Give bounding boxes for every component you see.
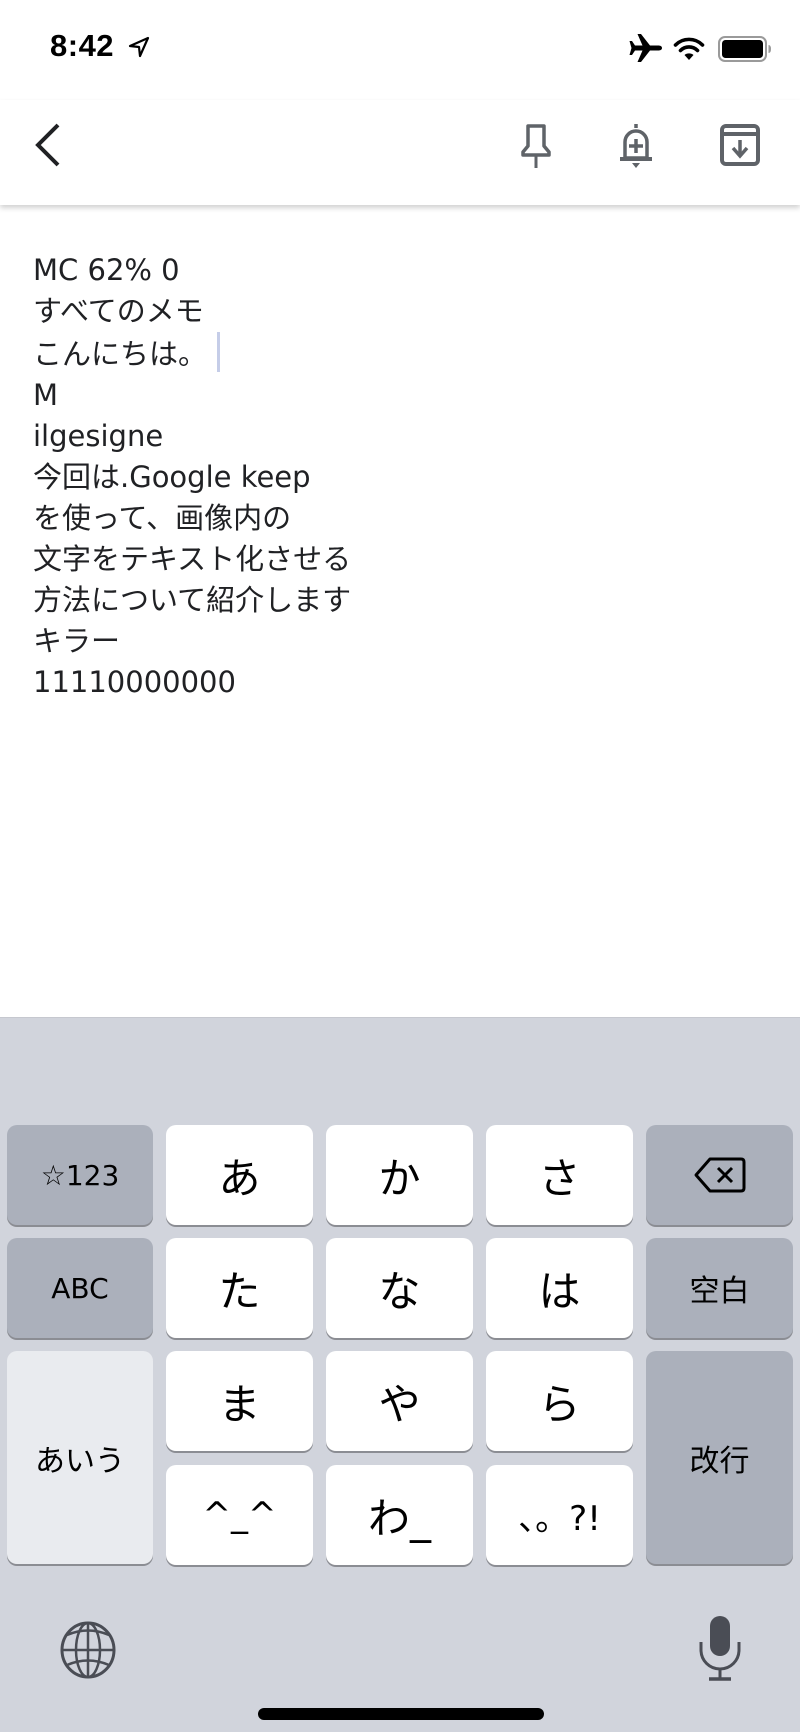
note-line: 方法について紹介します (33, 580, 773, 621)
note-line: M (33, 375, 773, 416)
key-label: ら (538, 1379, 581, 1429)
battery-icon (718, 36, 771, 62)
home-indicator[interactable] (258, 1708, 544, 1720)
bell-plus-icon (620, 124, 652, 168)
note-line-text: 11110000000 (33, 665, 236, 699)
key-label: な (378, 1266, 421, 1316)
note-line: を使って、画像内の (33, 498, 773, 539)
archive-icon (720, 124, 760, 166)
ha-key[interactable]: は (486, 1238, 633, 1338)
back-button[interactable] (28, 120, 78, 170)
microphone-icon (699, 1616, 741, 1681)
key-label: ☆123 (40, 1158, 120, 1192)
key-label: 改行 (689, 1443, 750, 1479)
key-label: 空白 (689, 1274, 750, 1309)
japanese-keyboard: ☆123 あ か さ ABC た な は 空白あいう ま や ら改行 ^_^ わ_ 、。?! (0, 1017, 800, 1732)
return-key[interactable]: 改行 (646, 1351, 793, 1564)
reminder-button[interactable] (612, 120, 660, 170)
note-line: こんにちは。 (33, 332, 773, 375)
note-line-text: 方法について紹介します (33, 583, 352, 617)
key-label: ^_^ (202, 1495, 277, 1535)
note-line: キラー (33, 621, 773, 662)
key-label: ABC (51, 1271, 109, 1305)
note-line: ilgesigne (33, 416, 773, 457)
wifi-icon (673, 37, 705, 60)
note-line-text: MC 62% 0 (33, 253, 180, 287)
ya-key[interactable]: や (326, 1351, 473, 1451)
wa-key[interactable]: わ_ (326, 1465, 473, 1565)
key-label: さ (538, 1153, 581, 1203)
note-line: MC 62% 0 (33, 250, 773, 291)
note-body-textarea[interactable]: MC 62% 0 すべてのメモ こんにちは。 Milgesigne 今回は.Google… (33, 250, 773, 703)
kana-mode-key[interactable]: あいう (7, 1351, 153, 1564)
delete-key[interactable] (646, 1125, 793, 1225)
note-line-text: を使って、画像内の (33, 501, 292, 535)
key-label: 、。?! (518, 1498, 601, 1539)
space-key[interactable]: 空白 (646, 1238, 793, 1338)
a-key[interactable]: あ (166, 1125, 313, 1225)
emoticon-key[interactable]: ^_^ (166, 1465, 313, 1565)
key-label: あいう (35, 1443, 125, 1479)
key-label: あ (218, 1153, 261, 1203)
note-line-text: すべてのメモ (33, 294, 204, 328)
status-bar: 8:42 (0, 0, 800, 100)
punctuation-key[interactable]: 、。?! (486, 1465, 633, 1565)
ra-key[interactable]: ら (486, 1351, 633, 1451)
backspace-icon (694, 1157, 745, 1193)
archive-button[interactable] (716, 120, 764, 170)
globe-icon (60, 1621, 116, 1679)
globe-button[interactable] (56, 1618, 120, 1682)
airplane-icon (629, 34, 662, 62)
note-line-text: 文字をテキスト化させる (33, 542, 352, 576)
chevron-left-icon (35, 123, 60, 167)
ka-key[interactable]: か (326, 1125, 473, 1225)
dictation-button[interactable] (696, 1612, 744, 1684)
note-line: 11110000000 (33, 662, 773, 703)
ta-key[interactable]: た (166, 1238, 313, 1338)
key-label: わ_ (367, 1493, 431, 1543)
note-line-text: こんにちは。 (33, 337, 208, 371)
abc-key[interactable]: ABC (7, 1238, 153, 1338)
note-line-text: M (33, 378, 59, 412)
key-label: た (218, 1266, 261, 1316)
note-line-text: キラー (33, 624, 121, 658)
note-line-text: ilgesigne (33, 419, 164, 453)
na-key[interactable]: な (326, 1238, 473, 1338)
key-label: か (378, 1153, 421, 1203)
pin-button[interactable] (512, 120, 560, 170)
note-area: MC 62% 0 すべてのメモ こんにちは。 Milgesigne 今回は.Google… (0, 205, 800, 1123)
note-line: すべてのメモ (33, 291, 773, 332)
numbers-key[interactable]: ☆123 (7, 1125, 153, 1225)
status-time: 8:42 (50, 28, 115, 63)
text-cursor (217, 332, 221, 372)
key-label: ま (218, 1379, 261, 1429)
sa-key[interactable]: さ (486, 1125, 633, 1225)
pin-icon (521, 124, 551, 168)
note-line-text: 今回は.Google keep (33, 460, 311, 494)
ma-key[interactable]: ま (166, 1351, 313, 1451)
app-bar (0, 100, 800, 205)
key-label: は (538, 1266, 581, 1316)
location-arrow-icon (128, 36, 150, 58)
key-label: や (378, 1379, 421, 1429)
note-line: 今回は.Google keep (33, 457, 773, 498)
note-line: 文字をテキスト化させる (33, 539, 773, 580)
